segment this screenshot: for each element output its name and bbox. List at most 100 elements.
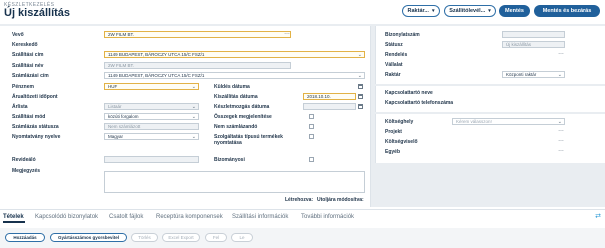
kiszallitas-datuma-value: 2018.10.10. bbox=[307, 94, 331, 99]
chevron-down-icon: ⌄ bbox=[191, 84, 196, 90]
szallitolevel-button-label: Szállítólevél... bbox=[449, 8, 486, 14]
chevron-down-icon: ⌄ bbox=[557, 72, 562, 78]
nem-szamlazando-checkbox[interactable] bbox=[309, 124, 314, 129]
delete-button[interactable]: Törlés bbox=[131, 233, 158, 242]
raktar-value: Központi raktár bbox=[506, 72, 537, 77]
tab-tetelek[interactable]: Tételek bbox=[3, 214, 24, 220]
add-item-button[interactable]: Hozzáadás bbox=[5, 233, 45, 242]
szallitasi-mod-select[interactable]: közúti forgalom ⌄ bbox=[104, 113, 199, 120]
szamlazasi-cim-value: 1149 BUDAPEST, BÁROCZY UTCA 15/C FSZ/1 bbox=[108, 73, 205, 78]
koltseghely-label: Költséghely bbox=[385, 119, 414, 125]
tab-tovabbi-informaciok[interactable]: További információk bbox=[301, 214, 354, 220]
szallitasi-nev-value: 2W FILM BT. bbox=[108, 63, 135, 68]
egyeb-label: Egyéb bbox=[385, 149, 401, 155]
szallitasi-cim-value: 1149 BUDAPEST, BÁROCZY UTCA 15/C FSZ/1 bbox=[108, 52, 205, 57]
bizomanyosi-label: Bizományosi bbox=[214, 157, 245, 163]
bizomanyosi-checkbox[interactable] bbox=[309, 157, 314, 162]
refresh-icon[interactable]: ⇄ bbox=[595, 212, 601, 220]
chevron-down-icon: ⌄ bbox=[357, 73, 362, 79]
revidealo-field[interactable] bbox=[104, 156, 199, 163]
move-up-button[interactable]: Fel bbox=[205, 233, 227, 242]
koltsegviselo-lookup-icon[interactable]: … bbox=[558, 137, 565, 143]
kiszallitas-datuma-label: Kiszállítás dátuma bbox=[214, 94, 258, 100]
osszegek-label: Összegek megjelenítése bbox=[214, 114, 272, 120]
koltsegviselo-label: Költségviselő bbox=[385, 139, 418, 145]
koltseghely-select[interactable]: Kérem válasszon! ⌄ bbox=[452, 118, 565, 125]
active-tab-indicator bbox=[3, 221, 25, 223]
szamlazasi-cim-select[interactable]: 1149 BUDAPEST, BÁROCZY UTCA 15/C FSZ/1 ⌄ bbox=[104, 72, 365, 79]
chevron-down-icon: ⌄ bbox=[191, 104, 196, 110]
keszletmozgas-datuma-label: Készletmozgás dátuma bbox=[214, 104, 270, 110]
vevo-value: 2W FILM BT. bbox=[108, 32, 135, 37]
szallitolevel-menu-button[interactable]: Szállítólevél... ▾ bbox=[444, 5, 496, 17]
szallitasi-mod-label: Szállítási mód bbox=[12, 114, 46, 120]
keszletmozgas-calendar-icon[interactable] bbox=[358, 104, 363, 109]
vevo-lookup-icon[interactable]: … bbox=[284, 30, 291, 36]
document-info-panel: Bizonylatszám Státusz Új kiszállítás Ren… bbox=[375, 26, 605, 84]
keszletmozgas-datuma-field[interactable] bbox=[303, 103, 356, 110]
move-down-button[interactable]: Le bbox=[231, 233, 253, 242]
excel-export-button[interactable]: Excel Export bbox=[162, 233, 200, 242]
szallitasi-nev-label: Szállítási név bbox=[12, 63, 44, 69]
megjegyzes-label: Megjegyzés bbox=[12, 168, 41, 174]
chevron-down-icon: ▾ bbox=[488, 8, 491, 14]
nyomtatasa-label: nyomtatása bbox=[214, 140, 242, 146]
szallitasi-cim-label: Szállítási cím bbox=[12, 52, 44, 58]
vevo-field[interactable]: 2W FILM BT. bbox=[104, 31, 291, 38]
tab-kapcsolodo-bizonylatok[interactable]: Kapcsolódó bizonylatok bbox=[35, 214, 98, 220]
szallitasi-mod-value: közúti forgalom bbox=[108, 114, 139, 119]
raktar-label: Raktár bbox=[385, 72, 401, 78]
osszegek-checkbox[interactable] bbox=[309, 114, 314, 119]
raktar-select[interactable]: Központi raktár ⌄ bbox=[502, 71, 565, 78]
szolgaltatas-checkbox[interactable] bbox=[309, 134, 314, 139]
penznem-label: Pénznem bbox=[12, 84, 34, 90]
statusz-field: Új kiszállítás bbox=[502, 41, 565, 48]
koltseghely-placeholder: Kérem válasszon! bbox=[456, 119, 492, 124]
save-button[interactable]: Mentés bbox=[499, 5, 530, 17]
chevron-down-icon: ⌄ bbox=[191, 134, 196, 140]
projekt-lookup-icon[interactable]: … bbox=[558, 127, 565, 133]
arualtozeti-label: Árualtözeti időpont bbox=[12, 94, 58, 100]
rendeles-lookup-icon[interactable]: … bbox=[558, 50, 565, 56]
kuldes-calendar-icon[interactable] bbox=[358, 84, 363, 89]
nyomtatvany-nyelve-label: Nyomtatvány nyelve bbox=[12, 134, 61, 140]
nyomtatvany-nyelve-value: Magyar bbox=[108, 134, 124, 139]
right-empty-area bbox=[375, 163, 605, 207]
szamlazas-statusza-value: Nem számlázott bbox=[108, 124, 141, 129]
kapcsolattarto-telefon-label: Kapcsolattartó telefonszáma bbox=[385, 100, 454, 106]
chevron-down-icon: ⌄ bbox=[357, 52, 362, 58]
penznem-select[interactable]: HUF ⌄ bbox=[104, 83, 199, 90]
kereskedo-label: Kereskedő bbox=[12, 42, 38, 48]
contact-panel: Kapcsolattartó neve Kapcsolattartó telef… bbox=[375, 86, 605, 112]
arlista-label: Árlista bbox=[12, 104, 28, 110]
serial-quick-entry-button[interactable]: Gyártásszámos gyorsbevitel bbox=[50, 233, 127, 242]
vevo-label: Vevő bbox=[12, 32, 24, 38]
arlista-value: Listaár bbox=[108, 104, 122, 109]
tab-receptura-komponensek[interactable]: Receptúra komponensek bbox=[156, 214, 223, 220]
kiszallitas-datuma-field[interactable]: 2018.10.10. bbox=[303, 93, 356, 100]
tab-csatolt-fajlok[interactable]: Csatolt fájlok bbox=[109, 214, 143, 220]
arlista-select[interactable]: Listaár ⌄ bbox=[104, 103, 199, 110]
szallitasi-cim-select[interactable]: 1149 BUDAPEST, BÁROCZY UTCA 15/C FSZ/1 ⌄ bbox=[104, 51, 365, 58]
kapcsolattarto-neve-label: Kapcsolattartó neve bbox=[385, 90, 433, 96]
egyeb-lookup-icon[interactable]: … bbox=[558, 147, 565, 153]
vallalat-label: Vállalat bbox=[385, 62, 403, 68]
save-and-close-button[interactable]: Mentés és bezárás bbox=[534, 5, 600, 17]
utoljara-modositva-label: Utoljára módosítva: bbox=[317, 197, 364, 203]
megjegyzes-textarea[interactable] bbox=[104, 171, 365, 193]
chevron-down-icon: ⌄ bbox=[191, 114, 196, 120]
letrehozva-label: Létrehozva: bbox=[285, 197, 314, 203]
szamlazasi-cim-label: Számlázási cím bbox=[12, 73, 49, 79]
szallitasi-nev-field[interactable]: 2W FILM BT. bbox=[104, 62, 291, 69]
tab-szallitasi-informaciok[interactable]: Szállítási információk bbox=[232, 214, 288, 220]
raktar-menu-button[interactable]: Raktár... ▾ bbox=[402, 5, 440, 17]
kiszallitas-calendar-icon[interactable] bbox=[358, 94, 363, 99]
chevron-down-icon: ▾ bbox=[431, 8, 435, 14]
page-header: KÉSZLETKEZELÉS Új kiszállítás Raktár... ▾… bbox=[0, 0, 605, 24]
nyomtatvany-nyelve-select[interactable]: Magyar ⌄ bbox=[104, 133, 199, 140]
revidealo-label: Revideáló bbox=[12, 157, 36, 163]
tab-bar: Tételek Kapcsolódó bizonylatok Csatolt f… bbox=[0, 209, 605, 223]
cost-panel: Költséghely Kérem válasszon! ⌄ Projekt … … bbox=[375, 114, 605, 163]
statusz-value: Új kiszállítás bbox=[506, 42, 532, 47]
main-form-panel: Vevő Kereskedő Szállítási cím Szállítási… bbox=[0, 26, 371, 207]
